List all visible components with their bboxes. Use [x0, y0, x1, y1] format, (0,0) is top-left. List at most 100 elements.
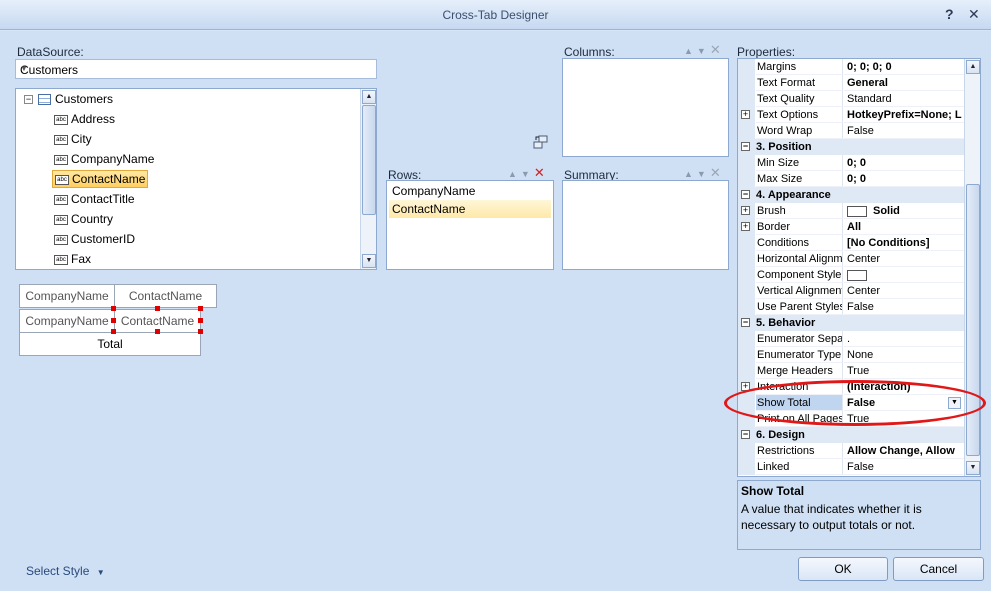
rows-item[interactable]: ContactName — [389, 200, 551, 218]
resize-handle[interactable] — [198, 318, 203, 323]
property-value[interactable]: Standard — [844, 91, 965, 107]
property-row[interactable]: Use Parent Styles False — [738, 299, 965, 315]
tree-root[interactable]: − Customers — [24, 92, 113, 106]
property-row[interactable]: Margins 0; 0; 0; 0 — [738, 59, 965, 75]
remove-icon[interactable]: ✕ — [534, 165, 549, 180]
field-item[interactable]: abc CompanyName — [52, 150, 156, 168]
header-cell[interactable]: ContactName — [114, 284, 217, 308]
property-row[interactable]: Max Size 0; 0 — [738, 171, 965, 187]
move-up-icon[interactable]: ▲ — [684, 169, 697, 179]
total-cell[interactable]: Total — [19, 332, 201, 356]
expand-icon[interactable]: + — [741, 206, 750, 215]
field-item[interactable]: abc Country — [52, 210, 115, 228]
move-down-icon[interactable]: ▼ — [521, 169, 534, 179]
property-value[interactable]: General — [844, 75, 965, 91]
property-row[interactable]: Horizontal Alignme Center — [738, 251, 965, 267]
property-value[interactable]: Center — [844, 251, 965, 267]
property-row[interactable]: Enumerator Type None — [738, 347, 965, 363]
summary-list[interactable] — [562, 180, 729, 270]
remove-icon[interactable]: ✕ — [710, 165, 725, 180]
property-row[interactable]: Text Quality Standard — [738, 91, 965, 107]
row-cell[interactable]: CompanyName — [19, 309, 115, 333]
ok-button[interactable]: OK — [798, 557, 888, 581]
property-row[interactable]: + Border All — [738, 219, 965, 235]
expand-icon[interactable]: + — [741, 222, 750, 231]
property-value[interactable]: [No Conditions] — [844, 235, 965, 251]
scroll-thumb[interactable] — [966, 184, 980, 456]
property-row[interactable]: Component Style — [738, 267, 965, 283]
header-cell[interactable]: CompanyName — [19, 284, 115, 308]
resize-handle[interactable] — [155, 329, 160, 334]
collapse-icon[interactable]: − — [741, 318, 750, 327]
property-row[interactable]: Word Wrap False — [738, 123, 965, 139]
property-value[interactable]: All — [844, 219, 965, 235]
property-row[interactable]: Text Format General — [738, 75, 965, 91]
scroll-up-icon[interactable]: ▲ — [966, 60, 980, 74]
property-value[interactable]: 0; 0 — [844, 171, 965, 187]
rows-item[interactable]: CompanyName — [389, 182, 551, 200]
columns-list[interactable] — [562, 58, 729, 157]
property-value[interactable]: True — [844, 363, 965, 379]
property-value[interactable]: Center — [844, 283, 965, 299]
field-tree-scrollbar[interactable]: ▲ ▼ — [360, 89, 376, 269]
field-item[interactable]: abc Fax — [52, 250, 93, 268]
property-value[interactable]: False — [844, 299, 965, 315]
field-tree[interactable]: − Customers abc Address abc City abc CompanyNa… — [15, 88, 377, 270]
property-value[interactable]: 0; 0 — [844, 155, 965, 171]
property-row[interactable]: + Text Options HotkeyPrefix=None; L — [738, 107, 965, 123]
property-value[interactable]: False — [844, 459, 965, 475]
property-value[interactable]: . — [844, 331, 965, 347]
scroll-up-icon[interactable]: ▲ — [362, 90, 376, 104]
collapse-icon[interactable]: − — [741, 142, 750, 151]
move-down-icon[interactable]: ▼ — [697, 46, 710, 56]
swap-icon[interactable] — [533, 135, 549, 149]
resize-handle[interactable] — [155, 306, 160, 311]
property-value[interactable]: None — [844, 347, 965, 363]
rows-list[interactable]: CompanyName ContactName — [386, 180, 554, 270]
move-up-icon[interactable]: ▲ — [684, 46, 697, 56]
help-button[interactable]: ? — [945, 6, 954, 22]
remove-icon[interactable]: ✕ — [710, 42, 725, 57]
property-value[interactable] — [844, 267, 965, 283]
close-button[interactable]: ✕ — [968, 6, 980, 23]
property-row[interactable]: Restrictions Allow Change, Allow — [738, 443, 965, 459]
property-row[interactable]: Enumerator Separ. — [738, 331, 965, 347]
property-value[interactable]: HotkeyPrefix=None; L — [844, 107, 965, 123]
resize-handle[interactable] — [198, 306, 203, 311]
property-row[interactable]: Linked False — [738, 459, 965, 475]
field-item[interactable]: abc CustomerID — [52, 230, 137, 248]
collapse-icon[interactable]: − — [741, 190, 750, 199]
select-style-button[interactable]: Select Style ▼ — [26, 564, 105, 578]
property-row[interactable]: Vertical Alignment Center — [738, 283, 965, 299]
property-category[interactable]: −5. Behavior — [738, 315, 965, 331]
resize-handle[interactable] — [111, 318, 116, 323]
resize-handle[interactable] — [198, 329, 203, 334]
datasource-combo[interactable]: Customers ▼ — [15, 59, 377, 79]
field-item[interactable]: abc City — [52, 130, 94, 148]
property-value[interactable]: Solid — [844, 203, 965, 219]
move-up-icon[interactable]: ▲ — [508, 169, 521, 179]
property-value[interactable]: 0; 0; 0; 0 — [844, 59, 965, 75]
property-row[interactable]: Conditions [No Conditions] — [738, 235, 965, 251]
cancel-button[interactable]: Cancel — [893, 557, 984, 581]
resize-handle[interactable] — [111, 329, 116, 334]
collapse-icon[interactable]: − — [741, 430, 750, 439]
property-row[interactable]: + Brush Solid — [738, 203, 965, 219]
field-item[interactable]: abc ContactName — [52, 170, 149, 188]
property-row[interactable]: Merge Headers True — [738, 363, 965, 379]
property-category[interactable]: −4. Appearance — [738, 187, 965, 203]
property-value[interactable]: False — [844, 123, 965, 139]
scroll-down-icon[interactable]: ▼ — [362, 254, 376, 268]
chevron-down-icon[interactable]: ▼ — [20, 64, 372, 73]
collapse-icon[interactable]: − — [24, 95, 33, 105]
expand-icon[interactable]: + — [741, 110, 750, 119]
scroll-thumb[interactable] — [362, 105, 376, 215]
property-category[interactable]: −6. Design — [738, 427, 965, 443]
field-item[interactable]: abc Address — [52, 110, 117, 128]
move-down-icon[interactable]: ▼ — [697, 169, 710, 179]
field-item[interactable]: abc ContactTitle — [52, 190, 137, 208]
property-row[interactable]: Min Size 0; 0 — [738, 155, 965, 171]
property-value[interactable]: Allow Change, Allow — [844, 443, 965, 459]
resize-handle[interactable] — [111, 306, 116, 311]
property-category[interactable]: −3. Position — [738, 139, 965, 155]
